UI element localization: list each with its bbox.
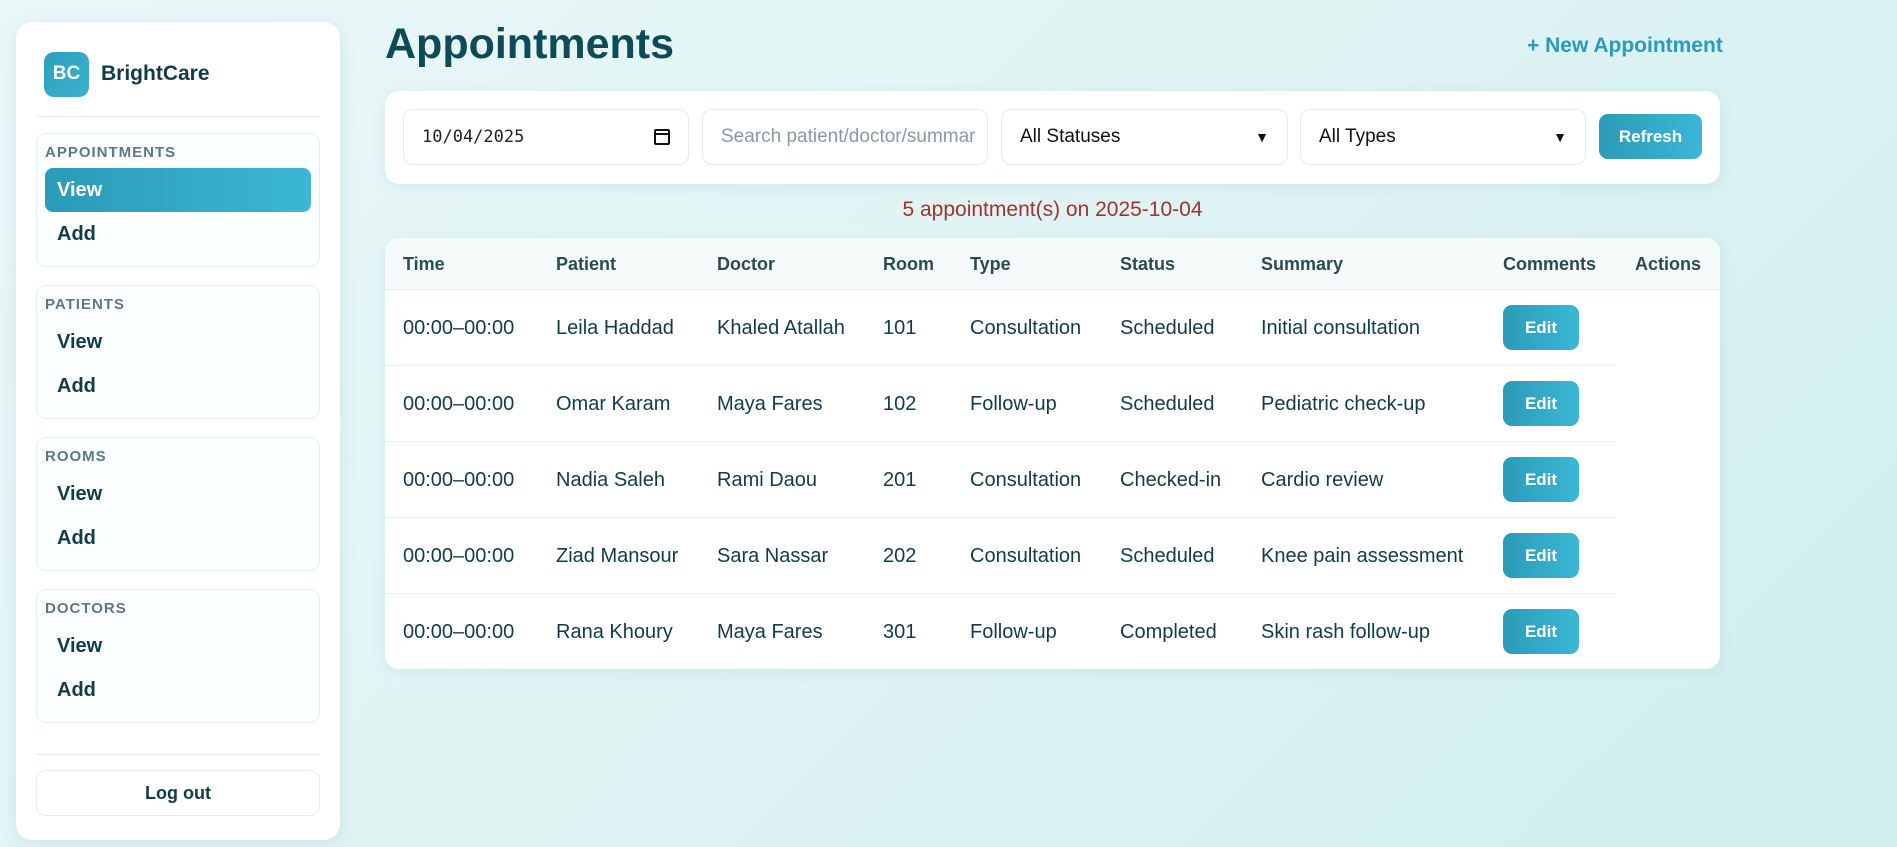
cell-summary: Pediatric check-up (1261, 393, 1426, 415)
brand-logo: BC (44, 51, 89, 97)
cell-room: 102 (883, 393, 917, 415)
cell-type: Follow-up (970, 393, 1057, 415)
nav-group-rooms: ROOMS View Add (36, 437, 320, 571)
divider (36, 116, 320, 117)
cell-time: 00:00–00:00 (403, 469, 515, 491)
chevron-down-icon: ▼ (1553, 129, 1567, 145)
sidebar-item-rooms-add[interactable]: Add (45, 516, 311, 560)
column-header-actions: Actions (1635, 254, 1702, 274)
table-row: 00:00–00:00 Nadia Saleh Rami Daou 201 Co… (385, 442, 1616, 518)
brand: BC BrightCare (36, 51, 320, 97)
filter-bar: 10/04/2025 Search patient/doctor/summar … (385, 91, 1720, 184)
appointment-count: 5 appointment(s) on 2025-10-04 (902, 198, 1203, 221)
cell-time: 00:00–00:00 (403, 393, 515, 415)
edit-button[interactable]: Edit (1503, 305, 1579, 350)
cell-status: Scheduled (1120, 545, 1215, 567)
column-header-time: Time (403, 254, 445, 274)
nav-group-title: DOCTORS (45, 600, 127, 617)
status-select-value: All Statuses (1020, 126, 1121, 147)
table-row: 00:00–00:00 Rana Khoury Maya Fares 301 F… (385, 594, 1616, 669)
cell-doctor: Maya Fares (717, 621, 823, 643)
cell-status: Scheduled (1120, 317, 1215, 339)
edit-button[interactable]: Edit (1503, 533, 1579, 578)
cell-patient: Nadia Saleh (556, 469, 665, 491)
nav-group-doctors: DOCTORS View Add (36, 589, 320, 723)
column-header-summary: Summary (1261, 254, 1344, 274)
calendar-icon[interactable] (654, 129, 670, 145)
sidebar-item-appointments-view[interactable]: View (45, 168, 311, 212)
appointments-table: Time Patient Doctor Room Type Status Sum… (385, 238, 1720, 669)
column-header-comments: Comments (1503, 254, 1597, 274)
nav-group-patients: PATIENTS View Add (36, 285, 320, 419)
refresh-button[interactable]: Refresh (1599, 114, 1702, 159)
cell-status: Completed (1120, 621, 1217, 643)
cell-status: Checked-in (1120, 469, 1222, 491)
divider (36, 754, 320, 755)
logout-button[interactable]: Log out (36, 770, 320, 816)
column-header-status: Status (1120, 254, 1176, 274)
cell-doctor: Sara Nassar (717, 545, 829, 567)
sidebar-item-rooms-view[interactable]: View (45, 472, 311, 516)
cell-doctor: Maya Fares (717, 393, 823, 415)
cell-type: Consultation (970, 317, 1082, 339)
brand-name: BrightCare (101, 62, 210, 85)
edit-button[interactable]: Edit (1503, 381, 1579, 426)
nav-group-appointments: APPOINTMENTS View Add (36, 133, 320, 267)
date-input[interactable]: 10/04/2025 (403, 109, 689, 165)
sidebar-item-appointments-add[interactable]: Add (45, 212, 311, 256)
sidebar: BC BrightCare APPOINTMENTS View Add PATI… (16, 22, 340, 840)
sidebar-item-patients-view[interactable]: View (45, 320, 311, 364)
search-placeholder: Search patient/doctor/summar (721, 126, 976, 147)
sidebar-item-doctors-view[interactable]: View (45, 624, 311, 668)
cell-time: 00:00–00:00 (403, 621, 515, 643)
nav-group-title: PATIENTS (45, 296, 125, 313)
column-header-doctor: Doctor (717, 254, 775, 274)
nav-group-title: APPOINTMENTS (45, 144, 177, 161)
sidebar-item-doctors-add[interactable]: Add (45, 668, 311, 712)
cell-room: 301 (883, 621, 917, 643)
sidebar-item-patients-add[interactable]: Add (45, 364, 311, 408)
table-row: 00:00–00:00 Ziad Mansour Sara Nassar 202… (385, 518, 1616, 594)
page-title: Appointments (385, 20, 675, 68)
cell-doctor: Khaled Atallah (717, 317, 845, 339)
column-header-room: Room (883, 254, 934, 274)
status-select[interactable]: All Statuses ▼ (1001, 109, 1288, 165)
cell-summary: Knee pain assessment (1261, 545, 1464, 567)
cell-time: 00:00–00:00 (403, 545, 515, 567)
table-header: Time Patient Doctor Room Type Status Sum… (385, 238, 1720, 290)
cell-room: 201 (883, 469, 917, 491)
cell-room: 101 (883, 317, 917, 339)
cell-summary: Skin rash follow-up (1261, 621, 1430, 643)
type-select[interactable]: All Types ▼ (1300, 109, 1586, 165)
cell-patient: Ziad Mansour (556, 545, 679, 567)
column-header-patient: Patient (556, 254, 617, 274)
edit-button[interactable]: Edit (1503, 457, 1579, 502)
column-header-type: Type (970, 254, 1011, 274)
cell-summary: Cardio review (1261, 469, 1384, 491)
date-value: 10/04/2025 (422, 127, 525, 147)
new-appointment-link[interactable]: + New Appointment (1527, 34, 1723, 58)
cell-patient: Rana Khoury (556, 621, 673, 643)
cell-patient: Omar Karam (556, 393, 671, 415)
cell-time: 00:00–00:00 (403, 317, 515, 339)
chevron-down-icon: ▼ (1255, 129, 1269, 145)
type-select-value: All Types (1319, 126, 1396, 147)
cell-patient: Leila Haddad (556, 317, 674, 339)
cell-summary: Initial consultation (1261, 317, 1420, 339)
edit-button[interactable]: Edit (1503, 609, 1579, 654)
cell-type: Consultation (970, 545, 1082, 567)
cell-room: 202 (883, 545, 917, 567)
nav-group-title: ROOMS (45, 448, 107, 465)
search-input[interactable]: Search patient/doctor/summar (702, 109, 988, 165)
cell-type: Follow-up (970, 621, 1057, 643)
table-row: 00:00–00:00 Omar Karam Maya Fares 102 Fo… (385, 366, 1616, 442)
cell-doctor: Rami Daou (717, 469, 818, 491)
cell-status: Scheduled (1120, 393, 1215, 415)
cell-type: Consultation (970, 469, 1082, 491)
table-row: 00:00–00:00 Leila Haddad Khaled Atallah … (385, 290, 1616, 366)
